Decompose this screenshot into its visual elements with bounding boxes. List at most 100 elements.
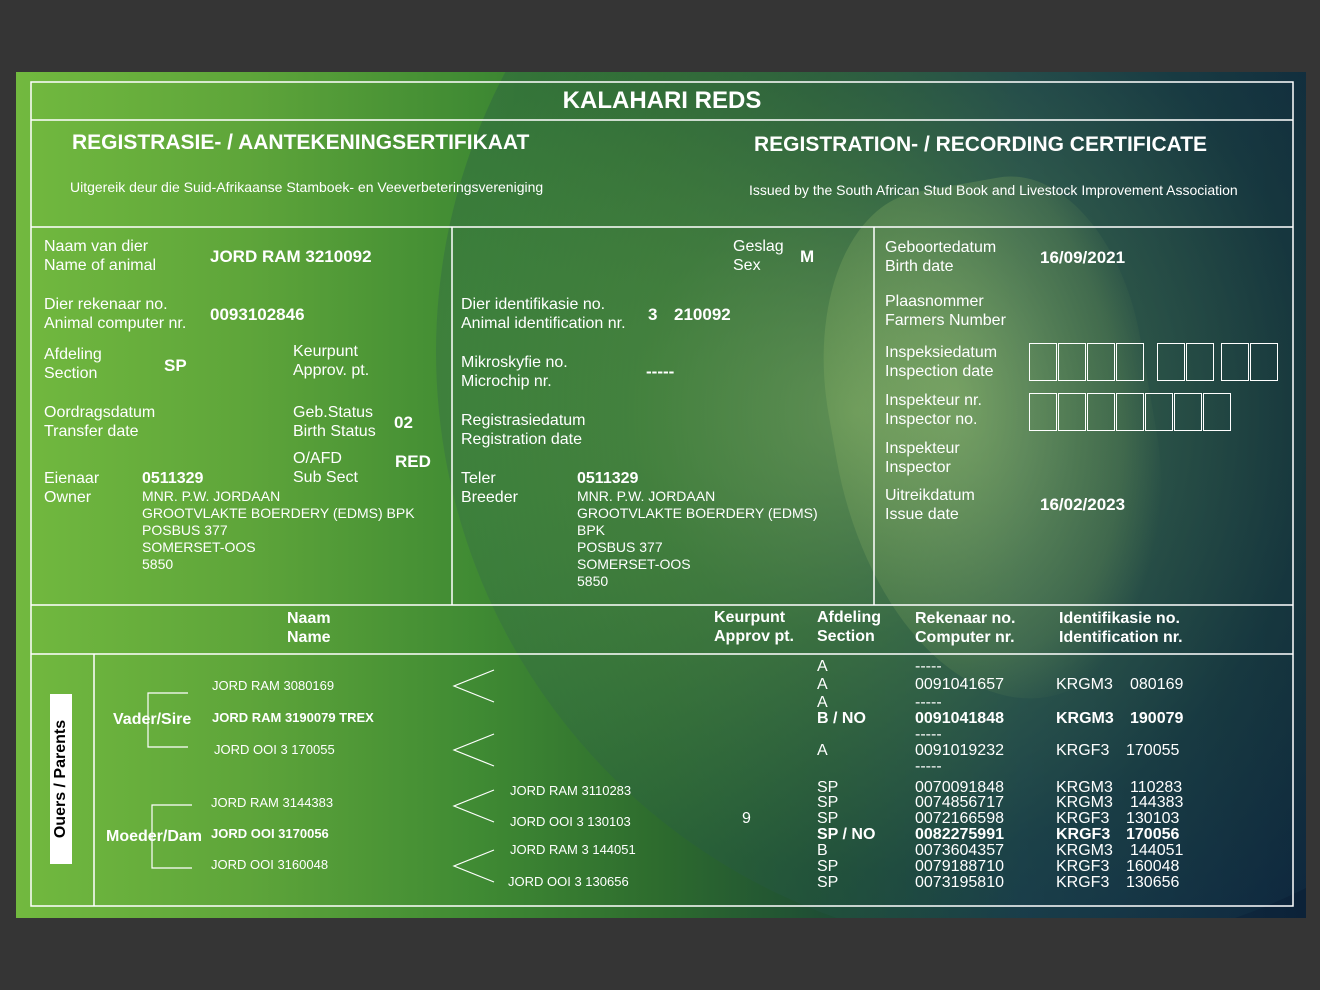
section-cell: A	[817, 676, 828, 693]
dam-name: JORD OOI 3170056	[211, 826, 329, 841]
sex-label-af: Geslag	[733, 238, 784, 255]
parents-label-box: Ouers / Parents	[50, 694, 72, 864]
computer-cell: 0079188710	[915, 858, 1004, 875]
subsect-label-en: Sub Sect	[293, 469, 358, 486]
ident-cell: KRGF3	[1056, 826, 1111, 843]
number-box	[1029, 393, 1057, 431]
farm-label-af: Plaasnommer	[885, 293, 984, 310]
owner-label-af: Eienaar	[44, 470, 100, 487]
computer-cell: -----	[915, 694, 942, 711]
section-cell: SP / NO	[817, 826, 876, 843]
ident-cell: KRGM3	[1056, 710, 1114, 727]
owner-line: POSBUS 377	[142, 522, 228, 538]
owner-code: 0511329	[142, 470, 204, 487]
ident-cell: 144051	[1130, 842, 1184, 859]
computer-label-af: Dier rekenaar no.	[44, 296, 168, 313]
dam-great-granddam-2: JORD OOI 3 130656	[508, 874, 629, 889]
subsect-label-af: O/AFD	[293, 450, 342, 467]
section-cell: A	[817, 742, 828, 759]
sub-sect: RED	[395, 452, 431, 471]
sire-grandsire: JORD RAM 3080169	[212, 678, 335, 693]
computer-cell: 0072166598	[915, 810, 1004, 827]
name-label-af: Naam van dier	[44, 238, 149, 255]
dam-granddam: JORD OOI 3160048	[211, 857, 329, 872]
section-cell: SP	[817, 810, 839, 827]
approv-value: 9	[742, 810, 751, 827]
date-box	[1250, 343, 1278, 381]
section-cell: A	[817, 658, 828, 675]
dam-great-grandsire-1: JORD RAM 3110283	[510, 783, 632, 798]
computer-cell: 0073604357	[915, 842, 1004, 859]
ident-cell: 130656	[1126, 874, 1180, 891]
animal-section: SP	[164, 356, 187, 375]
certificate: KALAHARI REDS REGISTRASIE- / AANTEKENING…	[16, 72, 1306, 918]
inspector-label-af: Inspekteur	[885, 440, 960, 457]
col-section-af: Afdeling	[817, 609, 881, 626]
ident-cell: 170055	[1126, 742, 1180, 759]
computer-cell: -----	[915, 758, 942, 775]
issuer-afrikaans: Uitgereik deur die Suid-Afrikaanse Stamb…	[70, 179, 544, 195]
computer-cell: -----	[915, 726, 942, 743]
dam-grandsire: JORD RAM 3144383	[211, 795, 334, 810]
date-box	[1186, 343, 1214, 381]
owner-line: SOMERSET-OOS	[142, 539, 256, 555]
sire-label: Vader/Sire	[113, 711, 192, 728]
microchip-nr: -----	[646, 362, 675, 381]
name-label-en: Name of animal	[44, 257, 157, 274]
section-cell: SP	[817, 794, 839, 811]
owner-label-en: Owner	[44, 489, 92, 506]
birth-status: 02	[394, 413, 413, 432]
computer-label-en: Animal computer nr.	[44, 315, 187, 332]
heading-afrikaans: REGISTRASIE- / AANTEKENINGSERTIFIKAAT	[72, 131, 530, 154]
ident-cell: KRGF3	[1056, 742, 1110, 759]
issue-date: 16/02/2023	[1040, 495, 1126, 514]
computer-cell: 0073195810	[915, 874, 1004, 891]
number-box	[1058, 393, 1086, 431]
section-cell: SP	[817, 858, 839, 875]
inspector-label-en: Inspector	[885, 459, 951, 476]
insp-no-label-en: Inspector no.	[885, 411, 978, 428]
ident-cell: 190079	[1130, 710, 1184, 727]
breeder-line: POSBUS 377	[577, 539, 663, 555]
col-section-en: Section	[817, 628, 875, 645]
ident-cell: KRGF3	[1056, 874, 1110, 891]
breeder-label-en: Breeder	[461, 489, 518, 506]
breeder-line: GROOTVLAKTE BOERDERY (EDMS)	[577, 505, 818, 521]
heading-english: REGISTRATION- / RECORDING CERTIFICATE	[754, 133, 1208, 156]
microchip-label-en: Microchip nr.	[461, 373, 552, 390]
breeder-line: BPK	[577, 522, 606, 538]
col-computer-en: Computer nr.	[915, 629, 1015, 646]
birth-status-label-en: Birth Status	[293, 423, 376, 440]
col-approv-af: Keurpunt	[714, 609, 786, 626]
issue-date-label-en: Issue date	[885, 506, 959, 523]
issue-date-label-af: Uitreikdatum	[885, 487, 975, 504]
insp-date-label-en: Inspection date	[885, 363, 994, 380]
regdate-label-en: Registration date	[461, 431, 582, 448]
computer-cell: 0074856717	[915, 794, 1004, 811]
ident-cell: KRGM3	[1056, 676, 1113, 693]
certificate-title: KALAHARI REDS	[562, 87, 762, 114]
transfer-label-af: Oordragsdatum	[44, 404, 156, 421]
ident-cell: 170056	[1126, 826, 1180, 843]
breeder-line: 5850	[577, 573, 609, 589]
ident-cell: 160048	[1126, 858, 1180, 875]
owner-line: GROOTVLAKTE BOERDERY (EDMS) BPK	[142, 505, 415, 521]
farm-label-en: Farmers Number	[885, 312, 1006, 329]
date-box	[1221, 343, 1249, 381]
computer-cell: 0082275991	[915, 826, 1004, 843]
section-cell: B	[817, 842, 828, 859]
breeder-label-af: Teler	[461, 470, 496, 487]
animal-sex: M	[800, 247, 815, 266]
issuer-english: Issued by the South African Stud Book an…	[749, 182, 1238, 198]
computer-cell: -----	[915, 658, 942, 675]
parents-label: Ouers / Parents	[52, 719, 69, 839]
section-label-en: Section	[44, 365, 98, 382]
ident-prefix: 3	[648, 305, 658, 324]
approv-label-af: Keurpunt	[293, 343, 358, 360]
ident-label-en: Animal identification nr.	[461, 315, 626, 332]
section-cell: B / NO	[817, 710, 866, 727]
number-box	[1145, 393, 1173, 431]
breeder-line: MNR. P.W. JORDAAN	[577, 488, 716, 504]
date-box	[1087, 343, 1115, 381]
col-ident-af: Identifikasie no.	[1059, 610, 1180, 627]
